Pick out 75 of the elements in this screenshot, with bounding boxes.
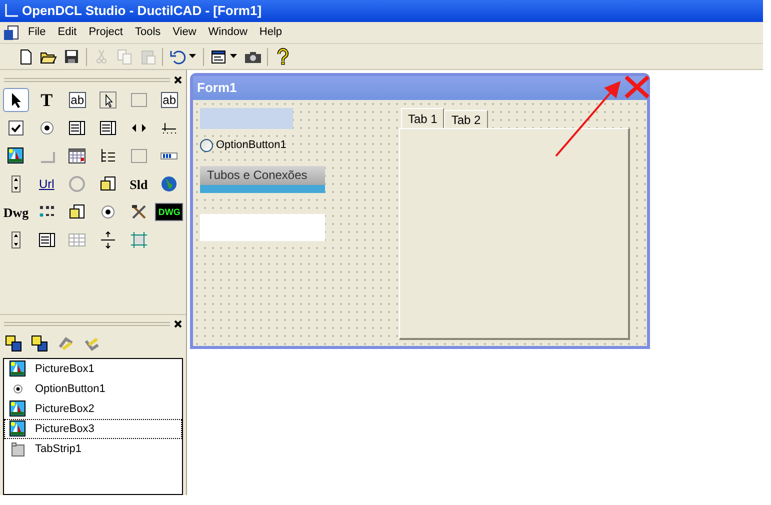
picture-icon	[9, 400, 27, 418]
tab[interactable]: Tab 1	[401, 108, 444, 128]
document-icon[interactable]	[2, 24, 20, 42]
list-box-icon	[98, 119, 117, 137]
window-title: OpenDCL Studio - DuctilCAD - [Form1]	[22, 2, 262, 20]
tool-button[interactable]: Url	[34, 172, 60, 196]
menu-item[interactable]: View	[166, 22, 202, 42]
object-label: PictureBox3	[35, 422, 94, 437]
object-label: PictureBox2	[35, 402, 94, 417]
frame-icon	[130, 147, 148, 165]
menu-item[interactable]: Tools	[128, 22, 167, 42]
text-box-icon: ab	[68, 92, 86, 108]
tab[interactable]: Tab 2	[444, 110, 488, 128]
menu-item[interactable]: Edit	[52, 22, 83, 42]
letter-icon: Dwg	[3, 206, 29, 218]
object-list-item[interactable]: TabStrip1	[4, 439, 182, 459]
radio-button[interactable]	[200, 138, 213, 152]
menu-item[interactable]: File	[22, 22, 52, 42]
documents-icon	[98, 175, 117, 193]
clipboard-icon	[139, 48, 156, 65]
list-box-icon	[38, 231, 56, 249]
tab-strip-icon	[9, 440, 27, 458]
menu-item[interactable]: Help	[253, 22, 288, 42]
move-up-icon	[57, 335, 75, 353]
object-list-item[interactable]: PictureBox2	[4, 399, 182, 419]
bring-front-icon	[5, 335, 23, 353]
form-title: Form1	[197, 79, 237, 98]
bring-front-button[interactable]	[4, 334, 24, 354]
letter-icon: Sld	[130, 178, 148, 190]
documents-icon	[68, 203, 86, 221]
tool-button[interactable]: ab	[64, 88, 90, 112]
menu-item[interactable]: Project	[82, 22, 129, 42]
radio-icon	[98, 203, 117, 221]
checkbox-icon	[7, 119, 25, 137]
move-down-icon	[83, 335, 101, 353]
tool-button[interactable]: Sld	[126, 172, 152, 196]
text-box-icon: ab	[160, 92, 178, 108]
object-label: PictureBox1	[35, 362, 94, 377]
object-list-item[interactable]: PictureBox3	[4, 419, 182, 439]
picture-icon	[7, 147, 25, 165]
banner-text: Tubos e Conexões	[207, 167, 308, 184]
calendar-icon	[68, 147, 86, 165]
tool-button[interactable]: ab	[156, 88, 182, 112]
splitter-icon	[98, 231, 117, 249]
menu-item[interactable]: Window	[202, 22, 254, 42]
object-label: TabStrip1	[35, 442, 82, 457]
object-label: OptionButton1	[35, 382, 106, 397]
close-icon[interactable]	[174, 76, 182, 84]
picture-icon	[9, 420, 27, 438]
link-icon: Url	[38, 178, 54, 190]
undo-icon	[169, 48, 186, 65]
hatch-icon	[130, 231, 148, 249]
tool-button[interactable]: Dwg	[3, 200, 29, 224]
radio-label: OptionButton1	[216, 138, 286, 153]
object-list-item[interactable]: OptionButton1	[4, 379, 182, 399]
send-back-icon	[31, 335, 49, 353]
ring-icon	[68, 175, 86, 193]
list-box-icon	[68, 119, 86, 137]
tool-button[interactable]	[3, 88, 29, 112]
frame-icon	[130, 91, 148, 109]
app-logo-icon	[4, 4, 18, 18]
grid-icon	[68, 231, 86, 249]
tool-button[interactable]: T	[34, 88, 60, 112]
object-list-item[interactable]: PictureBox1	[4, 359, 182, 379]
hammer-wrench-icon	[130, 203, 148, 221]
dropdown-arrow-icon[interactable]	[189, 54, 196, 59]
close-icon[interactable]	[174, 320, 182, 328]
tree-view-icon	[98, 147, 117, 165]
pointer-icon	[98, 91, 117, 109]
copy-icon	[116, 48, 133, 65]
send-back-button[interactable]	[30, 334, 50, 354]
globe-icon	[160, 175, 178, 193]
dropdown-arrow-icon[interactable]	[230, 54, 237, 59]
radio-icon	[38, 119, 56, 137]
letter-icon: T	[40, 91, 53, 109]
